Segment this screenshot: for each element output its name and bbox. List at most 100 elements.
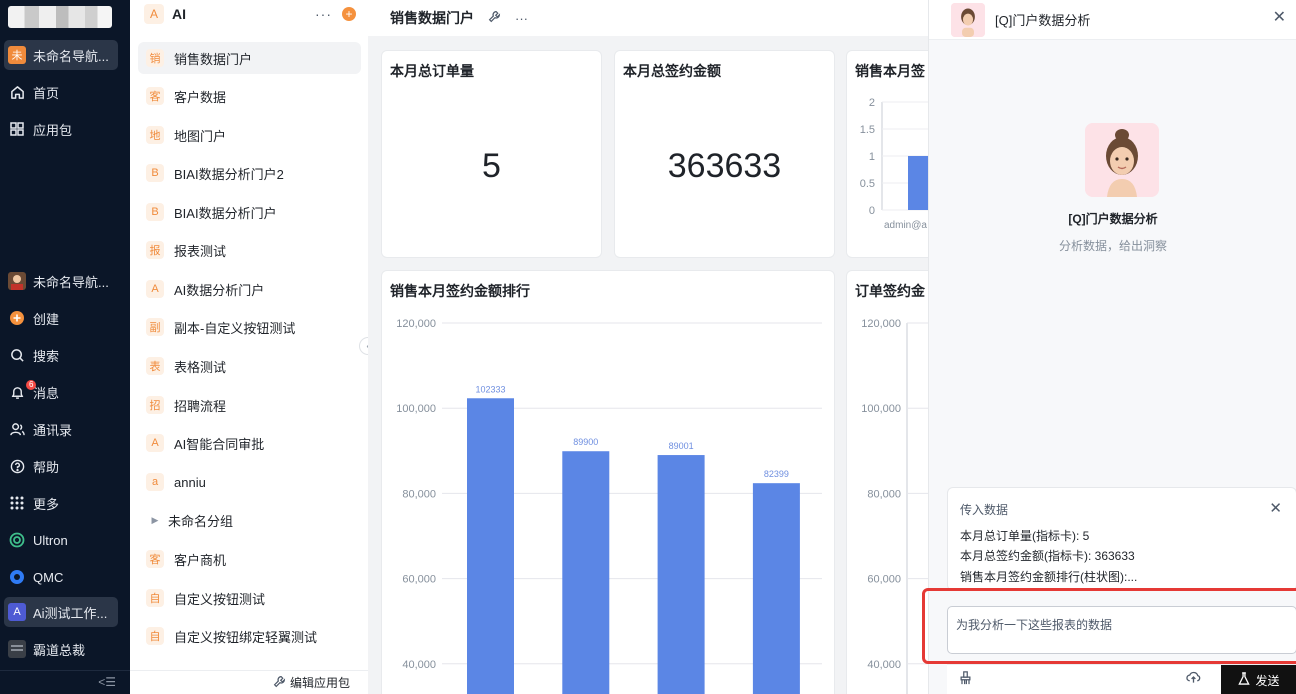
ai-assistant-panel: [Q]门户数据分析 ✕ [Q]门户数据分析 分析数据，给出洞察 传入数据 ✕ 本… xyxy=(928,0,1296,694)
data-label: 82399 xyxy=(764,469,789,479)
app-group[interactable]: ▶ 未命名分组 xyxy=(138,504,361,536)
collapse-nav-icon[interactable]: <☰ xyxy=(98,675,116,689)
data-label: 89900 xyxy=(573,437,598,447)
app-item-label: 自定义按钮测试 xyxy=(174,591,266,607)
app-item-label: 报表测试 xyxy=(174,243,227,259)
app-icon: 表 xyxy=(146,357,164,375)
app-item-label: 自定义按钮绑定轻翼测试 xyxy=(174,629,318,645)
nav-item-messages[interactable]: 6 消息 xyxy=(4,377,118,407)
chart-card-order-amount: 订单签约金 120,000 100,000 80,000 60,000 40,000 xyxy=(846,270,928,694)
nav-item-home[interactable]: 首页 xyxy=(4,77,118,107)
data-label: 102333 xyxy=(475,384,505,394)
app-item[interactable]: 副副本-自定义按钮测试 xyxy=(138,311,361,343)
app-item[interactable]: 自自定义按钮绑定轻翼测试 xyxy=(138,620,361,652)
metric-card-amount: 本月总签约金额 363633 xyxy=(614,50,835,258)
y-tick-label: 40,000 xyxy=(402,659,436,671)
y-tick-label: 100,000 xyxy=(396,403,436,415)
edit-app-package-button[interactable]: 编辑应用包 xyxy=(130,670,368,694)
send-button[interactable]: 发送 xyxy=(1221,665,1296,694)
clear-broom-icon[interactable] xyxy=(959,671,972,688)
home-icon xyxy=(8,83,26,101)
assistant-title: [Q]门户数据分析 xyxy=(995,13,1091,28)
nav-item-label: 应用包 xyxy=(33,122,73,138)
app-icon: A xyxy=(146,280,164,298)
app-item-label: 副本-自定义按钮测试 xyxy=(174,320,296,336)
assistant-header: [Q]门户数据分析 ✕ xyxy=(929,0,1296,40)
nav-item-navigation-1[interactable]: 未 未命名导航... xyxy=(4,40,118,70)
ultron-logo-icon xyxy=(8,531,26,549)
chart-card-sales-month: 销售本月签 2 1.5 1 0.5 0 admin@a xyxy=(846,50,928,258)
app-package-logo: A xyxy=(144,4,164,24)
app-list-panel: A AI ··· + 销销售数据门户 客客户数据 地地图门户 B BIAI数据分析… xyxy=(130,0,368,694)
nav-item-label: 未命名导航... xyxy=(33,48,109,64)
app-item[interactable]: 地地图门户 xyxy=(138,119,361,151)
app-item[interactable]: 客客户数据 xyxy=(138,80,361,112)
nav-item-contacts[interactable]: 通讯录 xyxy=(4,414,118,444)
nav-item-qmc[interactable]: QMC xyxy=(4,562,118,592)
search-icon xyxy=(8,346,26,364)
edit-wrench-icon xyxy=(273,675,286,691)
app-item[interactable]: B BIAI数据分析门户2 xyxy=(138,157,361,189)
bar xyxy=(467,398,514,694)
portal-header: 销售数据门户 ··· xyxy=(368,0,928,36)
user-avatar xyxy=(8,272,26,290)
app-item[interactable]: A AI数据分析门户 xyxy=(138,273,361,305)
more-options-icon[interactable]: ··· xyxy=(315,6,332,22)
y-tick-label: 60,000 xyxy=(867,574,901,586)
flask-icon xyxy=(1238,672,1251,688)
nav-item-label: 帮助 xyxy=(33,459,60,475)
app-icon: 自 xyxy=(146,627,164,645)
add-app-button[interactable]: + xyxy=(342,7,356,21)
y-tick-label: 80,000 xyxy=(867,488,901,500)
nav-item-app-package[interactable]: 应用包 xyxy=(4,114,118,144)
page-title: 销售数据门户 xyxy=(390,10,474,26)
contacts-icon xyxy=(8,420,26,438)
y-tick-label: 120,000 xyxy=(396,318,436,330)
nav-item-search[interactable]: 搜索 xyxy=(4,340,118,370)
agent-name: [Q]门户数据分析 xyxy=(1068,212,1158,226)
nav-item-navigation-2[interactable]: 未命名导航... xyxy=(4,266,118,296)
app-list-header: A AI ··· + xyxy=(130,0,368,28)
nav-item-label: 更多 xyxy=(33,496,60,512)
app-item-label: 表格测试 xyxy=(174,359,227,375)
nav-item-label: QMC xyxy=(33,569,64,585)
app-item[interactable]: a anniu xyxy=(138,466,361,498)
message-input[interactable] xyxy=(947,606,1296,654)
y-tick-label: 80,000 xyxy=(402,488,436,500)
settings-wrench-icon[interactable] xyxy=(488,10,501,26)
apps-grid-icon xyxy=(8,494,26,512)
nav-item-ai-workspace[interactable]: A Ai测试工作... xyxy=(4,597,118,627)
nav-item-help[interactable]: 帮助 xyxy=(4,451,118,481)
app-icon: B xyxy=(146,164,164,182)
app-item[interactable]: A AI智能合同审批 xyxy=(138,427,361,459)
data-line: 本月总签约金额(指标卡): 363633 xyxy=(960,549,1135,563)
app-item[interactable]: 客客户商机 xyxy=(138,543,361,575)
app-item[interactable]: 销销售数据门户 xyxy=(138,42,361,74)
nav-item-more[interactable]: 更多 xyxy=(4,488,118,518)
y-tick-label: 1.5 xyxy=(860,124,875,136)
x-tick-label: admin@a xyxy=(884,220,927,231)
metric-value: 363633 xyxy=(667,147,782,185)
app-item[interactable]: 自自定义按钮测试 xyxy=(138,582,361,614)
bar xyxy=(562,451,610,694)
close-icon[interactable]: ✕ xyxy=(1269,499,1282,517)
app-item[interactable]: 报报表测试 xyxy=(138,234,361,266)
app-item[interactable]: 招招聘流程 xyxy=(138,389,361,421)
app-item[interactable]: 表表格测试 xyxy=(138,350,361,382)
metric-value: 5 xyxy=(482,147,501,185)
app-item[interactable]: B BIAI数据分析门户 xyxy=(138,196,361,228)
expand-arrow-icon: ▶ xyxy=(151,514,159,525)
nav-item-ceo[interactable]: 霸道总裁 xyxy=(4,634,118,664)
nav-item-ultron[interactable]: Ultron xyxy=(4,525,118,555)
upload-cloud-icon[interactable] xyxy=(1186,670,1201,687)
nav-item-create[interactable]: 创建 xyxy=(4,303,118,333)
app-group-label: 未命名分组 xyxy=(168,513,234,529)
nav-item-label: 通讯录 xyxy=(33,422,73,438)
data-line: 销售本月签约金额排行(柱状图):... xyxy=(960,570,1138,584)
more-options-icon[interactable]: ··· xyxy=(515,11,528,26)
nav-item-label: 首页 xyxy=(33,85,60,101)
close-icon[interactable]: ✕ xyxy=(1273,7,1286,27)
app-icon: 报 xyxy=(146,241,164,259)
app-item-label: 地图门户 xyxy=(174,128,227,144)
app-item-label: 客户数据 xyxy=(174,89,227,105)
